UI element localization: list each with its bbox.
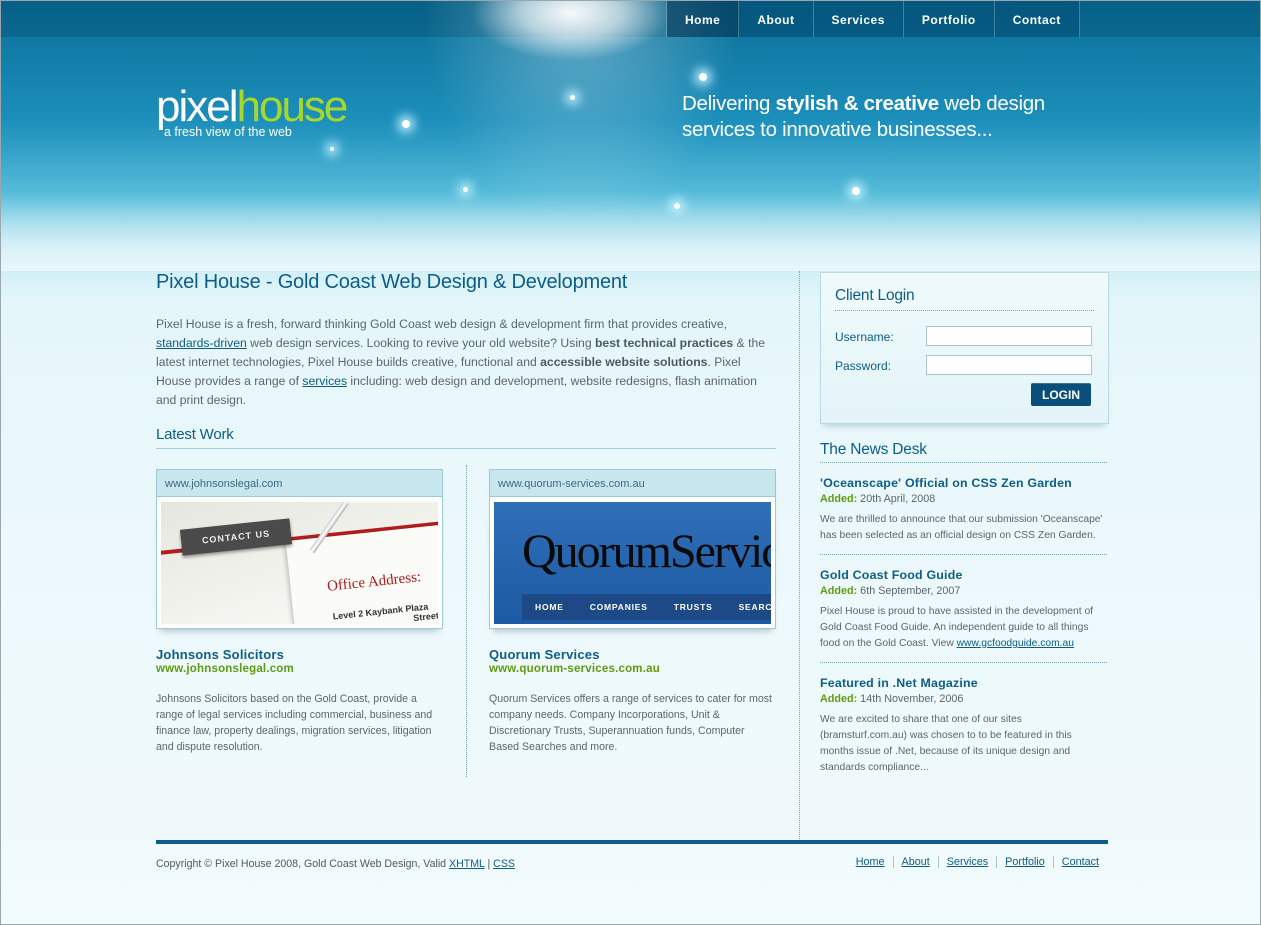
news-title[interactable]: Gold Coast Food Guide [820,568,1107,582]
news-title[interactable]: Featured in .Net Magazine [820,676,1107,690]
work-name[interactable]: Quorum Services [489,647,776,662]
cloud-decoration [471,1,671,61]
footer-nav-portfolio[interactable]: Portfolio [996,856,1053,868]
logo[interactable]: pixelhouse a fresh view of the web [156,82,349,140]
username-input[interactable] [926,326,1092,346]
login-button[interactable]: LOGIN [1031,383,1091,406]
main-nav: Home About Services Portfolio Contact [666,1,1080,37]
work-site-link[interactable]: www.quorum-services.com.au [489,663,776,675]
news-body: Pixel House is proud to have assisted in… [820,604,1107,652]
news-item: 'Oceanscape' Official on CSS Zen Garden … [820,463,1107,555]
intro-text-part: web design services. Looking to revive y… [246,336,595,350]
news-item: Featured in .Net Magazine Added: 14th No… [820,663,1107,776]
work-screenshot[interactable]: CONTACT US Office Address: Level 2 Kayba… [161,502,438,624]
screenshot-nav-item: TRUSTS [673,602,713,612]
added-label: Added: [820,493,858,505]
news-date-value: 6th September, 2007 [857,585,961,597]
work-name[interactable]: Johnsons Solicitors [156,647,443,662]
footer-bar [156,840,1108,844]
slogan-bold: stylish & creative [775,92,940,115]
sparkle [402,120,410,128]
sparkle [570,95,575,100]
page: Home About Services Portfolio Contact pi… [0,0,1261,925]
work-site-link[interactable]: www.johnsonslegal.com [156,663,443,675]
username-label: Username: [835,330,894,344]
copyright-separator: | [484,858,494,870]
nav-contact[interactable]: Contact [994,1,1080,37]
news-body: We are excited to share that one of our … [820,714,1072,773]
copyright-text: Copyright © Pixel House 2008, Gold Coast… [156,858,450,870]
work-thumbnail-frame[interactable]: www.quorum-services.com.au QuorumServic … [489,469,776,629]
xhtml-link[interactable]: XHTML [449,858,485,870]
news-date: Added: 20th April, 2008 [820,493,1107,505]
work-url[interactable]: www.johnsonslegal.com [157,470,442,497]
screenshot-brand: QuorumServic [522,525,771,578]
work-description: Quorum Services offers a range of servic… [489,693,773,753]
screenshot-contact-button: CONTACT US [179,518,293,556]
password-label: Password: [835,359,892,373]
news-date-value: 20th April, 2008 [857,493,936,505]
added-label: Added: [820,693,858,705]
client-login-panel: Client Login Username: Password: LOGIN [820,272,1109,424]
slogan-pre: Delivering [682,92,776,115]
work-divider [466,465,467,777]
nav-about[interactable]: About [739,1,814,37]
latest-work-heading: Latest Work [156,426,776,449]
news-item: Gold Coast Food Guide Added: 6th Septemb… [820,555,1107,663]
news-desk: The News Desk 'Oceanscape' Official on C… [820,441,1107,776]
standards-driven-link[interactable]: standards-driven [156,336,247,350]
added-label: Added: [820,585,858,597]
work-thumbnail-frame[interactable]: www.johnsonslegal.com CONTACT US Office … [156,469,443,629]
screenshot-nav-item: HOME [535,602,564,612]
css-link[interactable]: CSS [493,858,515,870]
sidebar-divider [799,271,800,841]
logo-pixel: pixel [156,82,238,131]
footer-nav-services[interactable]: Services [937,856,996,868]
screenshot-nav: HOME COMPANIES TRUSTS SEARC [522,594,771,620]
work-url[interactable]: www.quorum-services.com.au [490,470,775,497]
slogan-post: web design [938,92,1045,115]
nav-services[interactable]: Services [813,1,904,37]
sparkle [699,73,707,81]
header-haze [1,191,1260,271]
nav-home[interactable]: Home [667,1,740,37]
footer-nav-contact[interactable]: Contact [1052,856,1107,868]
work-item-quorum: www.quorum-services.com.au QuorumServic … [489,469,776,755]
news-desk-heading: The News Desk [820,441,1107,463]
news-date-value: 14th November, 2006 [857,693,964,705]
gcfoodguide-link[interactable]: www.gcfoodguide.com.au [957,638,1074,649]
news-date: Added: 14th November, 2006 [820,693,1107,705]
nav-portfolio[interactable]: Portfolio [903,1,995,37]
screenshot-nav-item: SEARC [738,602,771,612]
news-body: We are thrilled to announce that our sub… [820,514,1103,541]
work-description: Johnsons Solicitors based on the Gold Co… [156,693,433,753]
intro-text: Pixel House is a fresh, forward thinking… [156,315,776,410]
footer-nav: Home About Services Portfolio Contact [848,856,1107,868]
password-input[interactable] [926,355,1092,375]
slogan-line2: services to innovative businesses... [682,118,993,141]
main-content: Pixel House - Gold Coast Web Design & De… [156,271,776,777]
page-title: Pixel House - Gold Coast Web Design & De… [156,271,628,293]
work-item-johnsons: www.johnsonslegal.com CONTACT US Office … [156,469,443,755]
sparkle [330,147,334,151]
screenshot-nav-item: COMPANIES [589,602,648,612]
footer-nav-home[interactable]: Home [848,856,893,868]
intro-bold: accessible website solutions [540,355,708,369]
slogan: Delivering stylish & creative web design… [682,91,1045,143]
copyright: Copyright © Pixel House 2008, Gold Coast… [156,858,515,870]
news-title[interactable]: 'Oceanscape' Official on CSS Zen Garden [820,476,1107,490]
client-login-title: Client Login [835,287,1094,311]
intro-text-part: Pixel House is a fresh, forward thinking… [156,317,728,331]
news-date: Added: 6th September, 2007 [820,585,1107,597]
work-screenshot[interactable]: QuorumServic HOME COMPANIES TRUSTS SEARC [494,502,771,624]
logo-house: house [236,82,349,131]
footer-nav-about[interactable]: About [892,856,938,868]
services-link[interactable]: services [302,374,347,388]
intro-bold: best technical practices [594,336,734,350]
